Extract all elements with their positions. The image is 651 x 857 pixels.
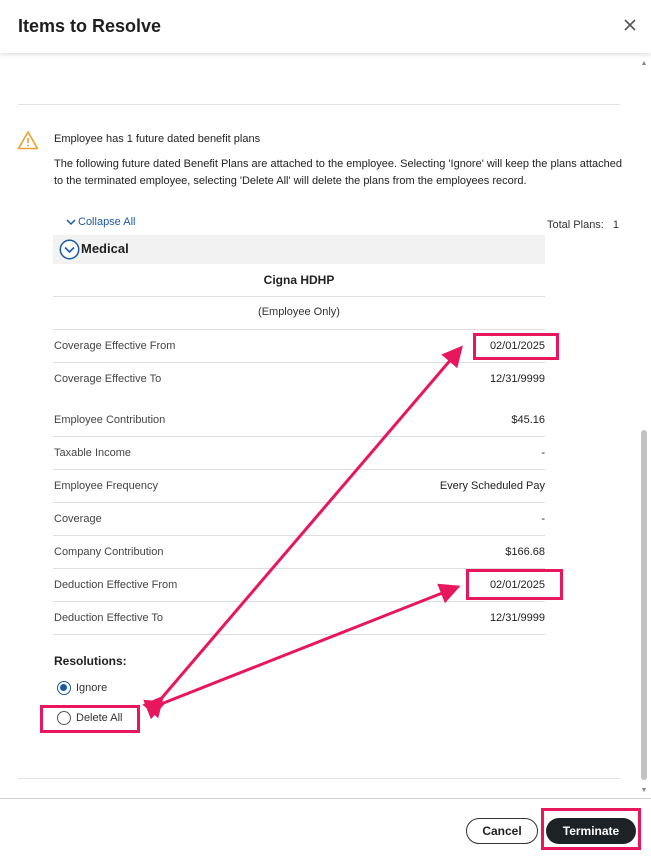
resolutions-label: Resolutions:: [54, 654, 127, 668]
detail-row-coverage-effective-from: Coverage Effective From 02/01/2025: [53, 330, 545, 363]
annotation-highlight-delete-all: [40, 705, 140, 733]
row-label: Employee Frequency: [54, 480, 158, 492]
row-value: Every Scheduled Pay: [439, 480, 545, 492]
row-value: -: [541, 513, 545, 525]
row-value: $166.68: [505, 546, 545, 558]
row-divider: [53, 634, 545, 635]
row-label: Deduction Effective To: [54, 612, 164, 624]
row-divider: [53, 296, 545, 297]
row-label: Employee Contribution: [54, 414, 166, 426]
plan-name: Cigna HDHP: [263, 273, 335, 287]
row-value: $45.16: [511, 414, 545, 426]
row-label: Coverage Effective From: [54, 340, 176, 352]
vertical-scrollbar[interactable]: ▲ ▼: [640, 60, 648, 795]
section-divider: [18, 104, 620, 105]
section-label: Medical: [81, 241, 129, 256]
row-label: Deduction Effective From: [54, 579, 178, 591]
detail-row-deduction-effective-to: Deduction Effective To 12/31/9999: [53, 602, 545, 635]
total-plans: Total Plans: 1: [547, 219, 619, 231]
row-label: Coverage Effective To: [54, 373, 162, 385]
annotation-highlight-coverage-date: [473, 333, 559, 360]
row-value: -: [541, 447, 545, 459]
total-plans-label: Total Plans:: [547, 219, 604, 231]
collapse-all-link[interactable]: Collapse All: [66, 216, 135, 228]
detail-row-coverage: Coverage -: [53, 503, 545, 536]
warning-icon: [17, 131, 39, 150]
modal-header: Items to Resolve: [0, 0, 651, 53]
total-plans-value: 1: [612, 219, 619, 231]
collapse-all-label: Collapse All: [78, 216, 136, 228]
items-to-resolve-modal: Items to Resolve Employee has 1 future d…: [0, 0, 651, 857]
close-icon[interactable]: [619, 14, 641, 36]
cancel-button[interactable]: Cancel: [466, 818, 538, 844]
annotation-highlight-terminate: [541, 808, 641, 850]
radio-ignore-label: Ignore: [76, 682, 108, 694]
section-divider: [18, 778, 620, 779]
row-value: 12/31/9999: [489, 612, 545, 624]
radio-ignore-control[interactable]: [57, 681, 71, 695]
warning-description: The following future dated Benefit Plans…: [54, 158, 623, 187]
annotation-highlight-deduction-date: [466, 569, 563, 600]
detail-row-company-contribution: Company Contribution $166.68: [53, 536, 545, 569]
scroll-down-icon[interactable]: ▼: [640, 787, 648, 795]
scrollbar-thumb[interactable]: [641, 430, 647, 780]
modal-title: Items to Resolve: [18, 16, 162, 36]
warning-title: Employee has 1 future dated benefit plan…: [54, 133, 261, 145]
detail-row-taxable-income: Taxable Income -: [53, 437, 545, 470]
radio-ignore[interactable]: Ignore: [57, 681, 107, 695]
row-label: Coverage: [54, 513, 102, 525]
scroll-up-icon[interactable]: ▲: [640, 60, 648, 68]
medical-section-header[interactable]: Medical: [53, 235, 545, 264]
chevron-circle-down-icon[interactable]: [59, 239, 80, 260]
detail-row-coverage-effective-to: Coverage Effective To 12/31/9999: [53, 363, 545, 396]
chevron-down-icon: [66, 219, 76, 226]
row-label: Taxable Income: [54, 447, 132, 459]
detail-row-employee-contribution: Employee Contribution $45.16: [53, 404, 545, 437]
row-label: Company Contribution: [54, 546, 164, 558]
plan-type: (Employee Only): [258, 306, 340, 318]
row-value: 12/31/9999: [489, 373, 545, 385]
detail-row-employee-frequency: Employee Frequency Every Scheduled Pay: [53, 470, 545, 503]
